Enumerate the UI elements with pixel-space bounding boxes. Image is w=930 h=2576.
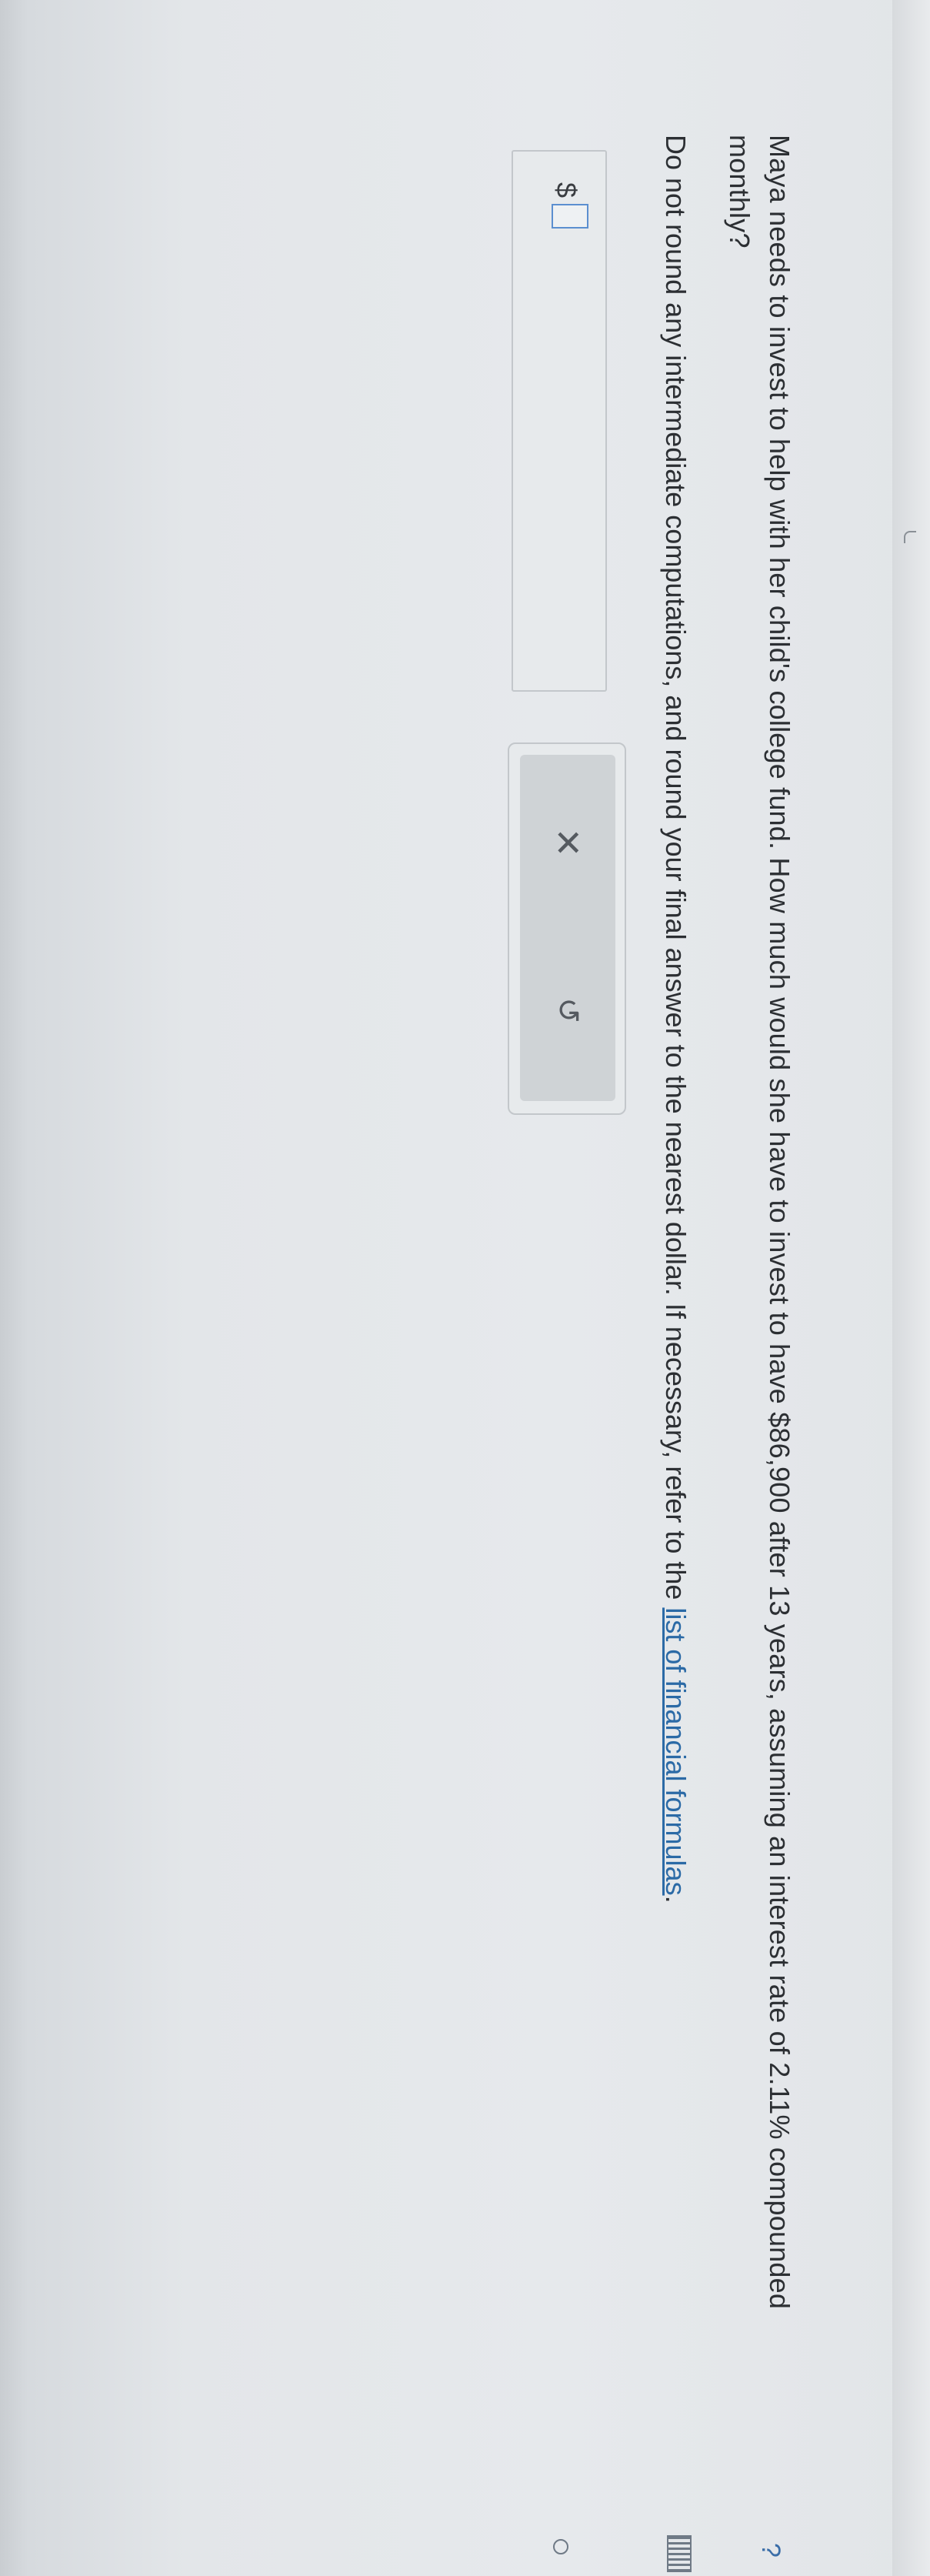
instruction-text: Do not round any intermediate computatio… <box>655 135 695 2443</box>
undo-icon[interactable]: ↺ <box>543 986 592 1035</box>
action-buttons: ✕ ↺ <box>520 755 615 1101</box>
answer-input[interactable] <box>552 204 588 229</box>
circle-icon[interactable] <box>553 2539 568 2554</box>
close-icon[interactable]: ✕ <box>543 818 592 867</box>
instruction-suffix: . <box>660 1895 692 1904</box>
screen: Maya needs to invest to help with her ch… <box>0 0 930 2576</box>
question-text: Maya needs to invest to help with her ch… <box>724 135 795 2310</box>
answer-box: $ <box>512 150 607 692</box>
corner-mark <box>904 531 916 543</box>
calculator-icon[interactable] <box>667 2535 692 2572</box>
action-panel: ✕ ↺ <box>508 742 626 1115</box>
dollar-prefix: $ <box>551 182 582 199</box>
question-page: Maya needs to invest to help with her ch… <box>0 0 930 2576</box>
instruction-body: Do not round any intermediate computatio… <box>660 135 692 1608</box>
help-icon[interactable]: ? <box>755 2543 785 2558</box>
financial-formulas-link[interactable]: list of financial formulas <box>660 1607 692 1895</box>
